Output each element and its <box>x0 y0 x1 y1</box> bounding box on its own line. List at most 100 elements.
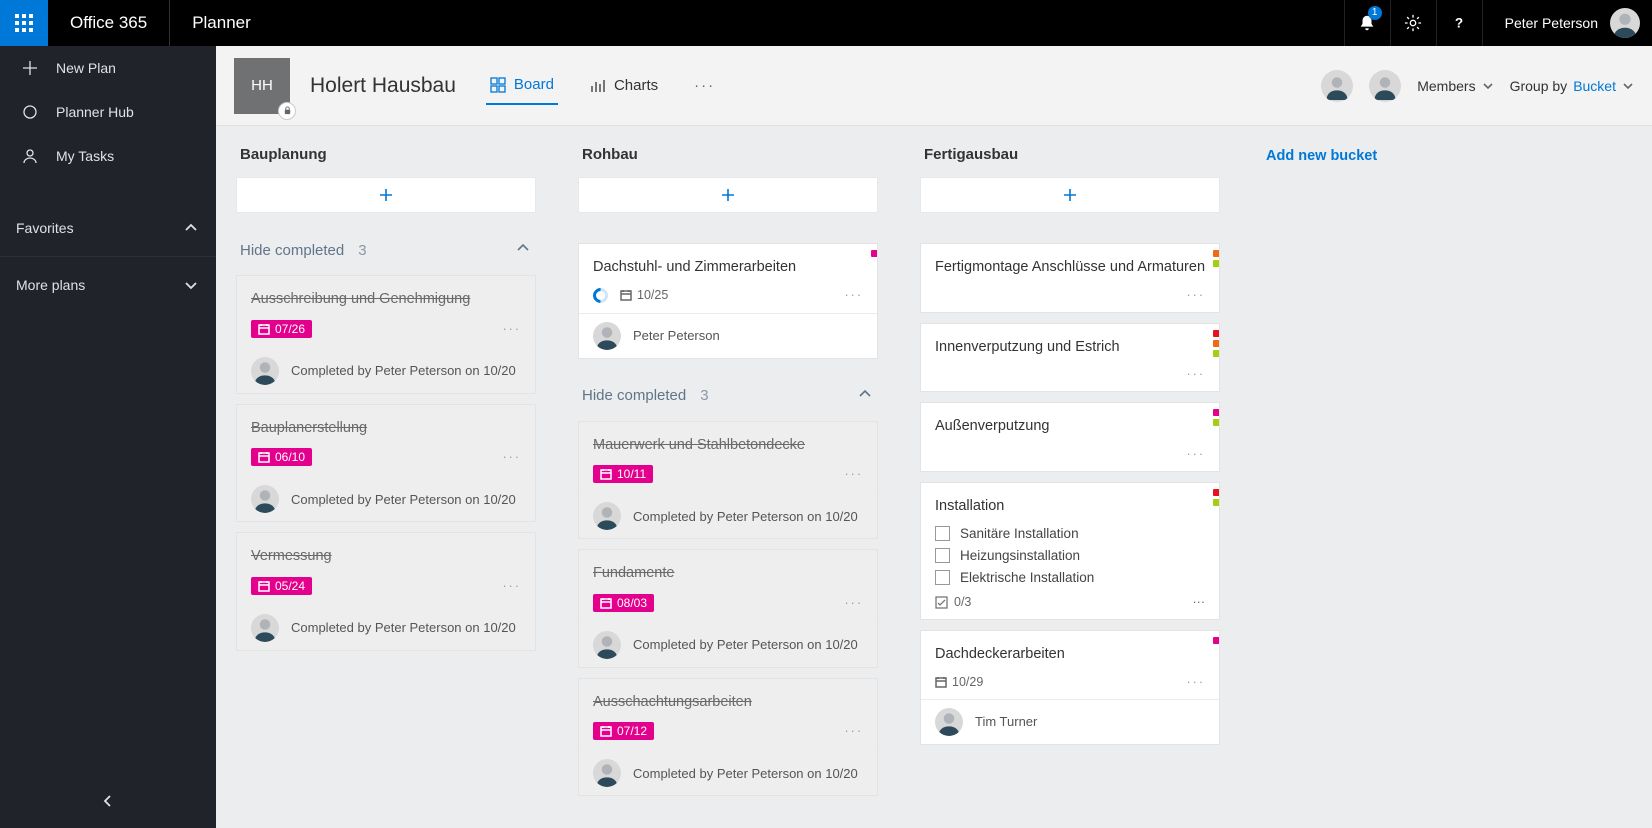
nav-label: My Tasks <box>56 148 114 164</box>
completed-by-text: Completed by Peter Peterson on 10/20 <box>291 492 516 507</box>
tab-board[interactable]: Board <box>486 66 558 105</box>
question-icon: ? <box>1450 14 1468 32</box>
groupby-prefix: Group by <box>1510 78 1568 94</box>
plus-icon <box>720 187 736 203</box>
assignee-avatar <box>593 759 621 787</box>
task-more-button[interactable]: ··· <box>1187 675 1206 689</box>
checkbox[interactable] <box>935 570 950 585</box>
hub-icon <box>22 104 38 120</box>
members-label: Members <box>1417 78 1475 94</box>
plus-icon <box>378 187 394 203</box>
assignee-name: Tim Turner <box>975 714 1037 729</box>
main-area: HH Holert Hausbau Board Charts ··· Membe… <box>216 46 1652 828</box>
help-button[interactable]: ? <box>1436 0 1482 46</box>
task-card[interactable]: Vermessung 05/24 ··· Completed by Peter … <box>236 532 536 651</box>
app-name: Planner <box>170 13 273 33</box>
settings-button[interactable] <box>1390 0 1436 46</box>
task-more-button[interactable]: ··· <box>1187 367 1206 381</box>
task-card[interactable]: Außenverputzung ··· <box>920 402 1220 472</box>
sidebar-collapse-button[interactable] <box>0 784 216 818</box>
assignee-avatar <box>251 485 279 513</box>
task-more-button[interactable]: ··· <box>1187 447 1206 461</box>
members-dropdown[interactable]: Members <box>1417 78 1493 94</box>
completed-by-text: Completed by Peter Peterson on 10/20 <box>291 620 516 635</box>
task-card[interactable]: Ausschreibung und Genehmigung 07/26 ··· … <box>236 275 536 394</box>
add-task-button[interactable] <box>920 177 1220 213</box>
due-date-badge: 06/10 <box>251 448 312 466</box>
bucket-title[interactable]: Rohbau <box>578 138 878 167</box>
category-stripe <box>871 250 877 257</box>
add-bucket-button[interactable]: Add new bucket <box>1262 138 1381 174</box>
checklist-item[interactable]: Heizungsinstallation <box>935 548 1205 563</box>
sidebar-more-plans[interactable]: More plans <box>0 263 216 307</box>
bucket-fertigausbau: Fertigausbau Fertigmontage Anschlüsse un… <box>920 138 1220 745</box>
gear-icon <box>1404 14 1422 32</box>
due-date-badge: 07/12 <box>593 722 654 740</box>
calendar-icon <box>600 597 612 609</box>
task-card[interactable]: Innenverputzung und Estrich ··· <box>920 323 1220 393</box>
category-stripe <box>1213 489 1219 496</box>
task-title: Fundamente <box>593 564 863 584</box>
plan-initials: HH <box>251 77 273 94</box>
task-card[interactable]: Bauplanerstellung 06/10 ··· Completed by… <box>236 404 536 523</box>
hide-completed-label: Hide completed <box>240 242 344 259</box>
task-more-button[interactable]: ··· <box>503 579 522 593</box>
checklist-item[interactable]: Sanitäre Installation <box>935 526 1205 541</box>
checkbox[interactable] <box>935 526 950 541</box>
hide-completed-toggle[interactable]: Hide completed 3 <box>236 223 536 265</box>
task-more-button[interactable]: ··· <box>503 450 522 464</box>
plus-icon <box>22 60 38 76</box>
calendar-icon <box>258 323 270 335</box>
task-card[interactable]: Fertigmontage Anschlüsse und Armaturen ·… <box>920 243 1220 313</box>
task-more-button[interactable]: ··· <box>845 596 864 610</box>
sidebar-favorites[interactable]: Favorites <box>0 206 216 250</box>
waffle-icon <box>15 14 33 32</box>
completed-by-text: Completed by Peter Peterson on 10/20 <box>633 637 858 652</box>
user-name: Peter Peterson <box>1505 15 1598 31</box>
chevron-down-icon <box>184 278 198 292</box>
task-more-button[interactable]: ··· <box>845 467 864 481</box>
groupby-dropdown[interactable]: Group by Bucket <box>1510 78 1634 94</box>
member-avatar[interactable] <box>1369 70 1401 102</box>
task-card[interactable]: Mauerwerk und Stahlbetondecke 10/11 ··· … <box>578 421 878 540</box>
tab-charts[interactable]: Charts <box>586 67 662 104</box>
task-card[interactable]: Fundamente 08/03 ··· Completed by Peter … <box>578 549 878 668</box>
plan-tile[interactable]: HH <box>234 58 290 114</box>
tab-label: Charts <box>614 77 658 94</box>
bucket-title[interactable]: Fertigausbau <box>920 138 1220 167</box>
member-avatar[interactable] <box>1321 70 1353 102</box>
task-more-button[interactable]: ··· <box>1187 288 1206 302</box>
chevron-up-icon <box>516 241 530 255</box>
category-stripe <box>1213 637 1219 644</box>
sidebar-planner-hub[interactable]: Planner Hub <box>0 90 216 134</box>
category-stripe <box>1213 260 1219 267</box>
more-menu[interactable]: ··· <box>690 67 719 104</box>
suite-brand[interactable]: Office 365 <box>48 0 170 46</box>
task-more-button[interactable]: ··· <box>845 288 864 302</box>
sidebar-new-plan[interactable]: New Plan <box>0 46 216 90</box>
checklist-item[interactable]: Elektrische Installation <box>935 570 1205 585</box>
checkbox[interactable] <box>935 548 950 563</box>
add-task-button[interactable] <box>236 177 536 213</box>
notifications-button[interactable]: 1 <box>1344 0 1390 46</box>
category-stripe <box>1213 330 1219 337</box>
bucket-title[interactable]: Bauplanung <box>236 138 536 167</box>
chevron-up-icon <box>184 221 198 235</box>
add-task-button[interactable] <box>578 177 878 213</box>
nav-label: Planner Hub <box>56 104 134 120</box>
plan-header: HH Holert Hausbau Board Charts ··· Membe… <box>216 46 1652 126</box>
task-card[interactable]: Installation Sanitäre Installation Heizu… <box>920 482 1220 621</box>
sidebar-my-tasks[interactable]: My Tasks <box>0 134 216 178</box>
completed-by-text: Completed by Peter Peterson on 10/20 <box>291 363 516 378</box>
task-card[interactable]: Ausschachtungsarbeiten 07/12 ··· Complet… <box>578 678 878 797</box>
task-card[interactable]: Dachstuhl- und Zimmerarbeiten 10/25 ··· … <box>578 243 878 359</box>
task-more-button[interactable]: ··· <box>845 724 864 738</box>
hide-completed-toggle[interactable]: Hide completed 3 <box>578 369 878 411</box>
app-launcher-button[interactable] <box>0 0 48 46</box>
user-menu[interactable]: Peter Peterson <box>1482 0 1652 46</box>
category-stripe <box>1213 499 1219 506</box>
task-card[interactable]: Dachdeckerarbeiten 10/29 ··· Tim Turner <box>920 630 1220 745</box>
task-title: Bauplanerstellung <box>251 419 521 439</box>
task-more-button[interactable]: ··· <box>503 322 522 336</box>
task-more-button[interactable]: ··· <box>1193 595 1206 609</box>
